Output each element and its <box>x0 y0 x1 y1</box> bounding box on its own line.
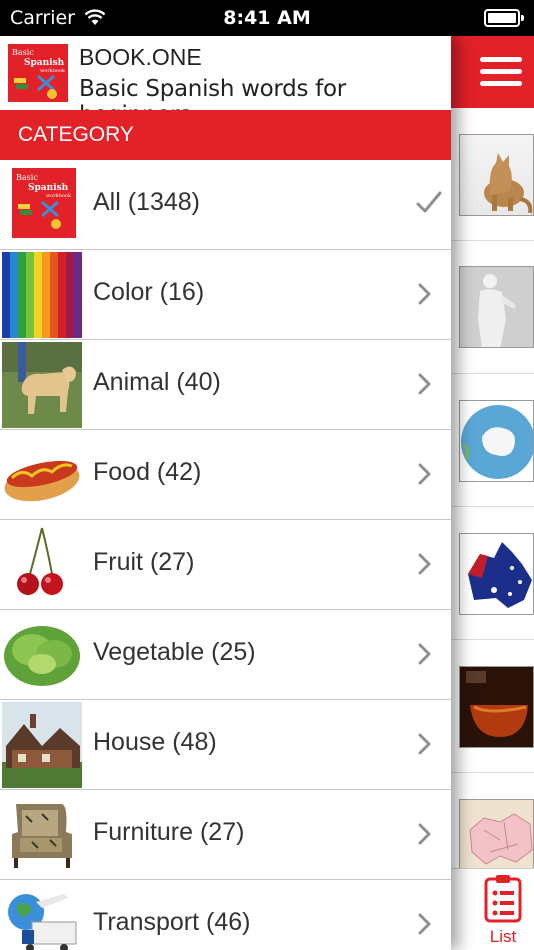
house-image <box>2 702 82 788</box>
background-header <box>450 36 534 108</box>
clock: 8:41 AM <box>223 7 311 29</box>
category-row-house[interactable]: House (48) <box>0 700 451 790</box>
chevron-right-icon <box>418 733 431 755</box>
category-row-furniture[interactable]: Furniture (27) <box>0 790 451 880</box>
chevron-right-icon <box>418 823 431 845</box>
drawer-header: Basic Spanish workbook BOOK.ONE Basic Sp… <box>0 36 451 128</box>
battery-icon <box>484 9 524 27</box>
armchair-image <box>2 792 82 878</box>
list-item[interactable] <box>450 108 534 241</box>
brandy-glass-thumbnail <box>459 666 534 748</box>
statue-thumbnail <box>459 266 534 348</box>
colored-pencils-image <box>2 252 82 338</box>
antarctica-globe-thumbnail <box>459 400 534 482</box>
tab-list-label: List <box>489 927 517 946</box>
category-label: House (48) <box>93 728 217 756</box>
category-label: Fruit (27) <box>93 548 195 576</box>
chevron-right-icon <box>418 913 431 935</box>
category-label: Color (16) <box>93 278 205 306</box>
status-bar: Carrier 8:41 AM <box>0 0 534 36</box>
category-row-transport[interactable]: Transport (46) <box>0 880 451 950</box>
app-logo: Basic Spanish workbook <box>8 44 68 102</box>
category-label: Animal (40) <box>93 368 221 396</box>
list-item[interactable] <box>450 241 534 374</box>
book-cover-image: Basic Spanish workbook <box>2 162 82 248</box>
background-screen: List <box>450 36 534 950</box>
hamburger-menu-icon[interactable] <box>480 57 522 87</box>
chevron-right-icon <box>418 643 431 665</box>
list-item[interactable] <box>450 507 534 640</box>
cat-thumbnail <box>459 134 534 216</box>
checkmark-icon <box>416 191 442 213</box>
svg-text:workbook: workbook <box>40 68 66 74</box>
lettuce-image <box>2 612 82 698</box>
category-row-all[interactable]: Basic Spanish workbook All (1348) <box>0 160 451 250</box>
svg-text:workbook: workbook <box>46 193 72 199</box>
category-row-animal[interactable]: Animal (40) <box>0 340 451 430</box>
transport-image <box>2 882 82 950</box>
svg-text:Basic: Basic <box>12 48 34 57</box>
dog-image <box>2 342 82 428</box>
list-item[interactable] <box>450 640 534 773</box>
app-title: BOOK.ONE <box>79 44 202 70</box>
list-item[interactable] <box>450 374 534 507</box>
screen: Carrier 8:41 AM List Basic Spanish workb… <box>0 0 534 950</box>
clipboard-list-icon <box>484 875 522 923</box>
category-list: Basic Spanish workbook All (1348) Color … <box>0 160 451 950</box>
hot-dog-image <box>2 432 82 518</box>
australia-flag-map-thumbnail <box>459 533 534 615</box>
category-header-label: CATEGORY <box>18 123 134 146</box>
tab-list[interactable]: List <box>450 868 534 950</box>
svg-text:Spanish: Spanish <box>24 58 65 68</box>
category-row-vegetable[interactable]: Vegetable (25) <box>0 610 451 700</box>
category-label: Food (42) <box>93 458 202 486</box>
category-row-food[interactable]: Food (42) <box>0 430 451 520</box>
category-label: Vegetable (25) <box>93 638 256 666</box>
category-row-color[interactable]: Color (16) <box>0 250 451 340</box>
chevron-right-icon <box>418 463 431 485</box>
chevron-right-icon <box>418 373 431 395</box>
category-label: All (1348) <box>93 188 200 216</box>
category-row-fruit[interactable]: Fruit (27) <box>0 520 451 610</box>
chevron-right-icon <box>418 283 431 305</box>
cherries-image <box>2 522 82 608</box>
category-drawer: Basic Spanish workbook BOOK.ONE Basic Sp… <box>0 36 451 950</box>
svg-text:Basic: Basic <box>16 173 38 182</box>
category-section-header: CATEGORY <box>0 110 451 160</box>
svg-text:Spanish: Spanish <box>28 183 69 193</box>
category-label: Transport (46) <box>93 908 251 936</box>
chevron-right-icon <box>418 553 431 575</box>
category-label: Furniture (27) <box>93 818 245 846</box>
